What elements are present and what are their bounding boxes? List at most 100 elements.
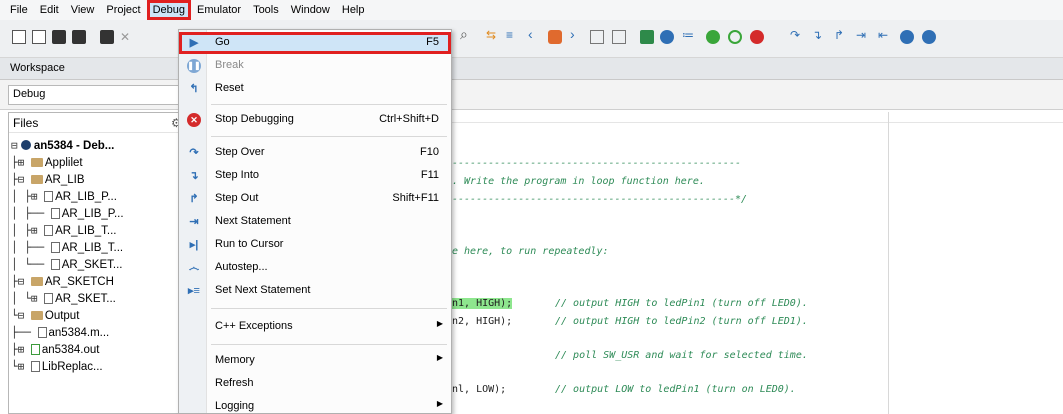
tree-label: Output (44, 310, 80, 322)
tree-item-output[interactable]: └⊟ Output (11, 307, 79, 324)
list-icon[interactable]: ≔ (682, 28, 696, 42)
menu-item-run-to-cursor[interactable]: ▸| Run to Cursor (179, 234, 451, 256)
menu-edit[interactable]: Edit (34, 0, 65, 20)
tree-label: AR_LIB_T... (61, 242, 124, 254)
tree-label: Applilet (44, 157, 83, 169)
code-line: n2, HIGH); (452, 316, 513, 327)
new-file-icon[interactable] (12, 30, 26, 44)
menu-item-step-out[interactable]: ↱ Step Out Shift+F11 (179, 188, 451, 210)
save-all-icon[interactable] (72, 30, 86, 44)
menu-item-label: Memory (215, 354, 255, 366)
code-comment: // poll SW_USR and wait for selected tim… (555, 350, 808, 361)
menu-item-label: Logging (215, 400, 255, 412)
rebuild-icon[interactable] (706, 30, 720, 44)
pause-icon[interactable] (922, 30, 936, 44)
menu-separator (211, 344, 447, 345)
menu-item-label: Step Into (215, 169, 260, 181)
menu-item-refresh[interactable]: Refresh (179, 373, 451, 395)
menu-item-set-next-statement[interactable]: ▸≡ Set Next Statement (179, 280, 451, 302)
code-line: ----------------------------------------… (452, 194, 748, 205)
menu-item-memory[interactable]: Memory ▶ (179, 350, 451, 372)
menu-emulator[interactable]: Emulator (191, 0, 247, 20)
menu-item-next-statement[interactable]: ⇥ Next Statement (179, 211, 451, 233)
menu-item-step-into[interactable]: ↴ Step Into F11 (179, 165, 451, 187)
menu-tools[interactable]: Tools (247, 0, 285, 20)
cut-icon[interactable]: ✕ (120, 30, 134, 44)
code-line-highlighted: n1, HIGH); (452, 298, 513, 309)
menu-window[interactable]: Window (285, 0, 336, 20)
step-into-icon[interactable]: ↴ (812, 28, 826, 42)
code-line: ----------------------------------------… (452, 158, 741, 169)
code-line: nl, LOW); (452, 384, 507, 395)
menu-debug[interactable]: Debug (146, 0, 192, 20)
forward-icon[interactable]: › (570, 26, 584, 42)
tree-item-ar-sketch[interactable]: ├⊟ AR_SKETCH (11, 273, 114, 290)
debug-download-icon[interactable] (660, 30, 674, 44)
menu-item-label: C++ Exceptions (215, 320, 293, 332)
menu-item-break[interactable]: ❚❚ Break (179, 55, 451, 77)
menu-item-stop-debugging[interactable]: ✕ Stop Debugging Ctrl+Shift+D (179, 109, 451, 131)
tree-item-project[interactable]: ⊟ an5384 - Deb... (11, 137, 114, 154)
indent-icon[interactable]: ≡ (506, 28, 520, 42)
c-file-icon (44, 225, 54, 236)
step-over-icon[interactable]: ↷ (790, 28, 804, 42)
refresh-icon[interactable] (728, 30, 742, 44)
set-next-statement-icon: ▸≡ (188, 285, 200, 297)
search-icon[interactable]: ⌕ (460, 26, 474, 42)
tree-item-file[interactable]: │ ├⊞ AR_LIB_T... (11, 222, 117, 239)
menu-item-logging[interactable]: Logging ▶ (179, 396, 451, 414)
project-icon (20, 140, 31, 150)
bookmark-icon[interactable] (548, 30, 562, 44)
step-out-icon: ↱ (189, 193, 199, 205)
frame-icon[interactable] (612, 30, 626, 44)
download-icon[interactable] (640, 30, 654, 44)
tree-label: AR_LIB_P... (55, 191, 117, 203)
menu-project[interactable]: Project (100, 0, 146, 20)
submenu-arrow-icon: ▶ (436, 353, 443, 362)
frame-icon[interactable] (590, 30, 604, 44)
tree-label: AR_SKET... (55, 293, 116, 305)
debug-dropdown-menu: ▶ Go F5 ❚❚ Break ↰ Reset ✕ Stop Debuggin… (178, 29, 452, 414)
editor-margin-line (888, 112, 889, 414)
tree-item-ar-lib[interactable]: ├⊟ AR_LIB (11, 171, 85, 188)
save-icon[interactable] (52, 30, 66, 44)
tree-item-file[interactable]: │ └⊞ AR_SKET... (11, 290, 116, 307)
h-file-icon (50, 208, 60, 219)
back-icon[interactable]: ‹ (528, 26, 542, 42)
menu-item-cpp-exceptions[interactable]: C++ Exceptions ▶ (179, 316, 451, 338)
menu-item-shortcut: F5 (426, 36, 439, 48)
menu-help[interactable]: Help (336, 0, 371, 20)
workspace-bar: Workspace (0, 58, 1063, 80)
compare-icon[interactable]: ⇆ (486, 28, 500, 42)
step-out-icon[interactable]: ↱ (834, 28, 848, 42)
tree-item-file[interactable]: │ ├── AR_LIB_P... (11, 205, 124, 222)
tree-item-file[interactable]: ├── an5384.m... (11, 324, 109, 341)
tree-item-file[interactable]: │ ├⊞ AR_LIB_P... (11, 188, 117, 205)
menu-item-label: Run to Cursor (215, 238, 284, 250)
run-to-cursor-icon[interactable]: ⇤ (878, 28, 892, 42)
menu-view[interactable]: View (65, 0, 101, 20)
tree-item-applilet[interactable]: ├⊞ Applilet (11, 154, 83, 171)
new-file-icon[interactable] (32, 30, 46, 44)
menu-item-label: Go (215, 36, 230, 48)
menu-item-label: Refresh (215, 377, 254, 389)
tree-item-file[interactable]: └⊞ LibReplac... (11, 358, 103, 375)
files-header: Files ⚙ (9, 113, 183, 133)
menu-item-shortcut: Shift+F11 (392, 192, 439, 204)
menu-item-go[interactable]: ▶ Go F5 (179, 32, 451, 54)
menu-item-shortcut: Ctrl+Shift+D (379, 113, 439, 125)
stop-icon[interactable] (750, 30, 764, 44)
tree-item-file[interactable]: ├⊞ an5384.out (11, 341, 99, 358)
go-icon[interactable] (900, 30, 914, 44)
next-statement-icon[interactable]: ⇥ (856, 28, 870, 42)
menu-item-reset[interactable]: ↰ Reset (179, 78, 451, 100)
menu-file[interactable]: File (4, 0, 34, 20)
configuration-select[interactable]: Debug (8, 85, 188, 105)
tree-item-file[interactable]: │ └── AR_SKET... (11, 256, 122, 273)
tree-item-file[interactable]: │ ├── AR_LIB_T... (11, 239, 123, 256)
print-icon[interactable] (100, 30, 114, 44)
code-line: e here, to run repeatedly: (452, 246, 609, 257)
menu-item-autostep[interactable]: ෴ Autostep... (179, 257, 451, 279)
collapse-icon[interactable]: ⊟ (11, 139, 18, 152)
menu-item-step-over[interactable]: ↷ Step Over F10 (179, 142, 451, 164)
